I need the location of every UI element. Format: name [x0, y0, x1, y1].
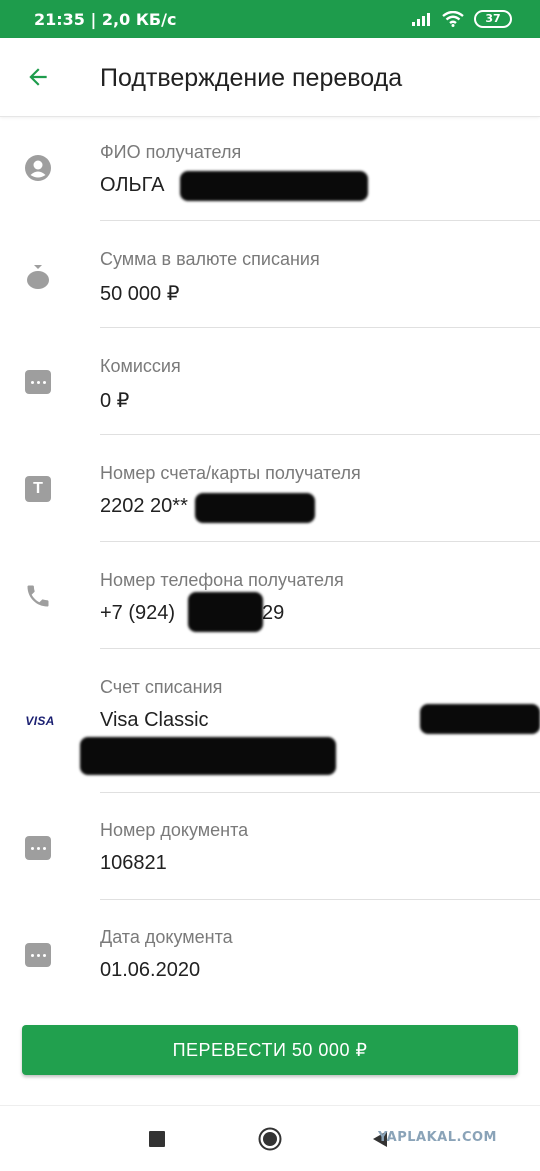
recents-button[interactable] [149, 1131, 165, 1147]
recipient-name-value: ОЛЬГА [100, 174, 165, 196]
amount-row: Сумма в валюте списания 50 000 ₽ [0, 221, 540, 328]
visa-icon: VISA [25, 714, 55, 728]
signal-icon [412, 13, 430, 26]
phone-value-suffix: 29 [262, 602, 285, 624]
back-button[interactable] [22, 61, 54, 93]
account-label: Номер счета/карты получателя [100, 463, 361, 483]
phone-icon [24, 582, 52, 610]
dots-icon [24, 368, 52, 396]
money-bag-icon [24, 262, 52, 290]
commission-label: Комиссия [100, 356, 181, 376]
commission-row: Комиссия 0 ₽ [0, 328, 540, 435]
phone-row: Номер телефона получателя +7 (924) 29 [0, 542, 540, 649]
redacted-mark [420, 704, 540, 734]
dots-icon [24, 941, 52, 969]
app-bar: Подтверждение перевода [0, 38, 540, 117]
t-icon: T [24, 475, 52, 503]
home-icon [258, 1127, 282, 1151]
account-value: 2202 20** [100, 495, 188, 517]
redacted-mark [180, 171, 368, 201]
redacted-mark [80, 737, 336, 775]
debit-account-value: Visa Classic [100, 709, 209, 731]
home-button[interactable] [258, 1127, 282, 1151]
debit-account-label: Счет списания [100, 677, 223, 697]
watermark: YAPLAKAL.COM [378, 1130, 497, 1145]
account-row: T Номер счета/карты получателя 2202 20** [0, 435, 540, 542]
status-time-speed: 21:35 | 2,0 КБ/с [34, 9, 177, 29]
recipient-name-label: ФИО получателя [100, 142, 242, 162]
phone-value-prefix: +7 (924) [100, 602, 176, 624]
transfer-button[interactable]: ПЕРЕВЕСТИ 50 000 ₽ [22, 1025, 518, 1075]
arrow-back-icon [29, 68, 47, 86]
amount-label: Сумма в валюте списания [100, 249, 320, 269]
battery-indicator: 37 [474, 10, 512, 28]
phone-label: Номер телефона получателя [100, 570, 344, 590]
commission-value: 0 ₽ [100, 390, 130, 412]
document-number-row: Номер документа 106821 [0, 793, 540, 900]
person-icon [24, 154, 52, 182]
wifi-icon [442, 11, 464, 27]
page-title: Подтверждение перевода [100, 64, 403, 92]
debit-account-row: VISA Счет списания Visa Classic [0, 649, 540, 793]
document-number-value: 106821 [100, 852, 167, 874]
dots-icon [24, 834, 52, 862]
redacted-mark [195, 493, 315, 523]
document-date-row: Дата документа 01.06.2020 [0, 900, 540, 1010]
document-date-value: 01.06.2020 [100, 959, 201, 981]
document-date-label: Дата документа [100, 927, 233, 947]
document-number-label: Номер документа [100, 820, 249, 840]
status-bar: 21:35 | 2,0 КБ/с 37 [0, 0, 540, 38]
redacted-mark [188, 592, 263, 632]
amount-value: 50 000 ₽ [100, 283, 180, 305]
status-icons: 37 [412, 10, 512, 28]
recipient-name-row: ФИО получателя ОЛЬГА [0, 116, 540, 221]
